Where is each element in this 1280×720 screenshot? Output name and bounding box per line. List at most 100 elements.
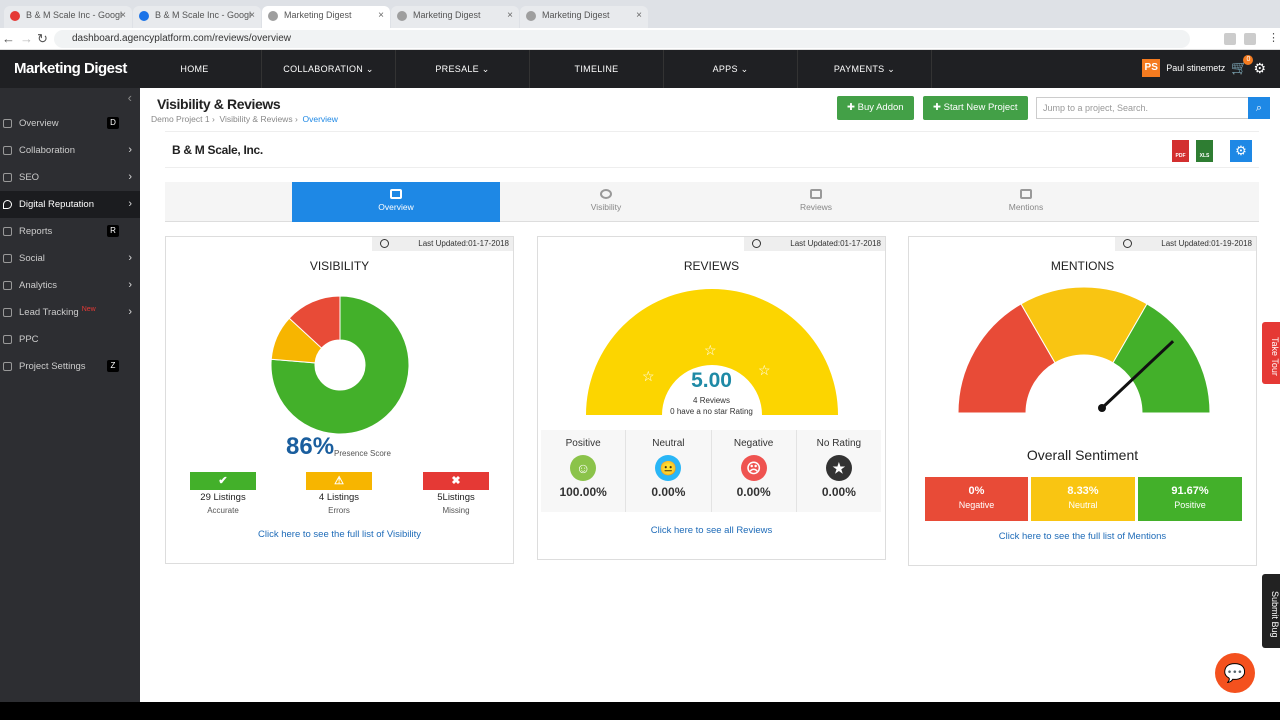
tab-mentions[interactable]: Mentions (922, 182, 1130, 222)
sidebar-item-analytics[interactable]: Analytics › (0, 272, 140, 299)
sidebar-item-social[interactable]: Social › (0, 245, 140, 272)
breadcrumb-item[interactable]: Visibility & Reviews (220, 114, 293, 124)
positive-reviews[interactable]: Positive ☺ 100.00% (541, 430, 627, 512)
favicon-icon (526, 11, 536, 21)
back-icon[interactable]: ← (2, 31, 15, 46)
sidebar-item-overview[interactable]: Overview D (0, 110, 140, 137)
browser-tab[interactable]: Marketing Digest × (520, 6, 648, 28)
menu-icon[interactable]: ⋮ (1268, 31, 1279, 44)
chart-icon (3, 173, 12, 182)
close-icon[interactable]: × (378, 10, 384, 21)
nav-apps[interactable]: APPS ⌄ (664, 50, 798, 88)
last-updated: Last Updated:01-19-2018 (1115, 237, 1256, 251)
errors-stat[interactable]: ⚠ 4 Listings Errors (306, 472, 372, 515)
visibility-donut-chart (270, 295, 410, 435)
close-icon: ✖ (423, 472, 489, 490)
tab-visibility[interactable]: Visibility (502, 182, 710, 222)
pdf-export-icon[interactable]: PDF (1172, 140, 1189, 162)
sidebar-item-seo[interactable]: SEO › (0, 164, 140, 191)
accurate-stat[interactable]: ✔ 29 Listings Accurate (190, 472, 256, 515)
last-updated: Last Updated:01-17-2018 (372, 237, 513, 251)
sidebar-item-project-settings[interactable]: Project Settings Z (0, 353, 140, 380)
breadcrumb-item[interactable]: Demo Project 1 (151, 114, 210, 124)
cart-icon[interactable]: 🛒 0 (1231, 55, 1254, 76)
no-rating-reviews[interactable]: No Rating ★ 0.00% (797, 430, 881, 512)
extension-icon[interactable] (1244, 33, 1256, 45)
sidebar-item-lead-tracking[interactable]: Lead Tracking New › (0, 299, 140, 326)
user-name[interactable]: Paul stinemetz (1166, 63, 1225, 73)
sentiment-label: Positive (1174, 500, 1206, 510)
review-type-label: Negative (733, 438, 774, 449)
review-count: 4 Reviews (693, 396, 730, 405)
sidebar-item-label: Analytics (19, 280, 58, 291)
collapse-sidebar-icon[interactable]: ‹ (0, 88, 140, 110)
browser-tab[interactable]: Marketing Digest × (391, 6, 519, 28)
buy-addon-button[interactable]: ✚ Buy Addon (837, 96, 914, 120)
review-percent: 0.00% (736, 485, 771, 499)
nav-home[interactable]: HOME (128, 50, 262, 88)
close-icon[interactable]: × (249, 10, 255, 21)
browser-tab[interactable]: B & M Scale Inc - Googl × (4, 6, 132, 28)
positive-sentiment[interactable]: 91.67% Positive (1138, 477, 1242, 521)
browser-tab[interactable]: Marketing Digest × (262, 6, 390, 28)
button-label: Start New Project (943, 102, 1018, 113)
shortcut-badge: D (107, 117, 119, 129)
tab-overview[interactable]: Overview (292, 182, 500, 222)
tab-title: Marketing Digest (542, 10, 610, 20)
negative-reviews[interactable]: Negative ☹ 0.00% (712, 430, 797, 512)
start-new-project-button[interactable]: ✚ Start New Project (923, 96, 1028, 120)
mentions-list-link[interactable]: Click here to see the full list of Menti… (909, 531, 1256, 542)
warning-icon: ⚠ (306, 472, 372, 490)
submit-bug-button[interactable]: Submit Bug (1262, 574, 1280, 648)
take-tour-button[interactable]: Take Tour (1262, 322, 1280, 384)
close-icon[interactable]: × (120, 10, 126, 21)
nav-payments[interactable]: PAYMENTS ⌄ (798, 50, 932, 88)
last-updated-text: Last Updated:01-17-2018 (418, 239, 509, 248)
favicon-icon (268, 11, 278, 21)
button-label: Buy Addon (857, 102, 904, 113)
browser-tab[interactable]: B & M Scale Inc - Googl × (133, 6, 261, 28)
new-badge: New (81, 306, 96, 313)
clock-icon (1123, 239, 1132, 248)
tab-reviews[interactable]: Reviews (712, 182, 920, 222)
review-type-label: Neutral (652, 438, 685, 449)
search-icon[interactable]: ⌕ (1248, 97, 1270, 119)
chat-icon[interactable]: 💬 (1215, 653, 1255, 693)
monitor-icon (3, 119, 12, 128)
avatar[interactable]: PS (1142, 59, 1161, 77)
reputation-tabs: Overview Visibility Reviews Mentions (165, 182, 1259, 222)
forward-icon[interactable]: → (20, 31, 33, 46)
brand-logo[interactable]: Marketing Digest (14, 60, 127, 77)
gear-icon[interactable]: ⚙ (1253, 60, 1266, 77)
frown-icon: ☹ (740, 455, 767, 481)
visibility-list-link[interactable]: Click here to see the full list of Visib… (166, 529, 513, 540)
sidebar-item-ppc[interactable]: PPC (0, 326, 140, 353)
all-reviews-link[interactable]: Click here to see all Reviews (538, 525, 885, 536)
neutral-reviews[interactable]: Neutral 😐 0.00% (626, 430, 712, 512)
negative-sentiment[interactable]: 0% Negative (925, 477, 1028, 521)
xls-export-icon[interactable]: XLS (1196, 140, 1213, 162)
nav-collaboration[interactable]: COLLABORATION ⌄ (262, 50, 396, 88)
top-navigation: Marketing Digest HOME COLLABORATION ⌄ PR… (0, 50, 1280, 88)
search-input[interactable]: Jump to a project, Search. (1036, 97, 1249, 119)
close-icon[interactable]: × (636, 10, 642, 21)
page-title: Visibility & Reviews (157, 96, 281, 112)
card-title: MENTIONS (1050, 259, 1115, 273)
close-icon[interactable]: × (507, 10, 513, 21)
sidebar-item-collaboration[interactable]: Collaboration › (0, 137, 140, 164)
extension-icon[interactable] (1224, 33, 1236, 45)
user-area: PS Paul stinemetz 🛒 0 ⚙ (1142, 55, 1266, 77)
sentiment-value: 91.67% (1171, 485, 1209, 497)
nav-presale[interactable]: PRESALE ⌄ (396, 50, 530, 88)
chevron-right-icon: › (128, 252, 132, 264)
missing-stat[interactable]: ✖ 5Listings Missing (423, 472, 489, 515)
sidebar-item-reports[interactable]: Reports R (0, 218, 140, 245)
reload-icon[interactable]: ↻ (37, 31, 48, 47)
review-percent: 0.00% (821, 485, 856, 499)
sidebar-item-digital-reputation[interactable]: Digital Reputation › (0, 191, 140, 218)
settings-gear-icon[interactable]: ⚙ (1230, 140, 1252, 162)
url-field[interactable]: dashboard.agencyplatform.com/reviews/ove… (54, 30, 1190, 48)
shortcut-badge: R (107, 225, 119, 237)
neutral-sentiment[interactable]: 8.33% Neutral (1031, 477, 1135, 521)
nav-timeline[interactable]: TIMELINE (530, 50, 664, 88)
